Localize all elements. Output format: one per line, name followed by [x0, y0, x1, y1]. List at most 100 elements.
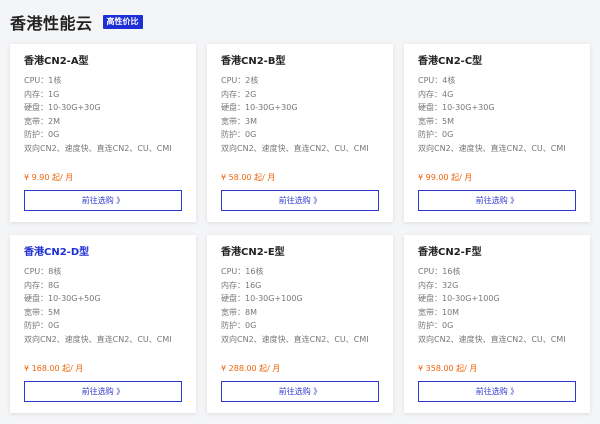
spec-bandwidth: 宽带：2M	[24, 115, 182, 129]
spec-bandwidth: 宽带：8M	[221, 306, 379, 320]
spec-label: CPU：	[221, 76, 246, 85]
spec-value: 0G	[48, 321, 60, 330]
spec-label: CPU：	[24, 267, 49, 276]
spec-label: 防护：	[418, 321, 442, 330]
spec-ddos: 防护：0G	[418, 128, 576, 142]
spec-value: 10-30G+30G	[245, 103, 298, 112]
spec-value: 10-30G+30G	[442, 103, 495, 112]
spec-value: 0G	[48, 130, 60, 139]
section-header: 香港性能云 高性价比	[10, 10, 143, 34]
buy-button[interactable]: 前往选购 》	[418, 190, 576, 211]
buy-button[interactable]: 前往选购 》	[221, 381, 379, 402]
price-label: ¥ 99.00 起/ 月	[418, 173, 473, 182]
spec-ddos: 防护：0G	[24, 128, 182, 142]
buy-button[interactable]: 前往选购 》	[418, 381, 576, 402]
spec-memory: 内存：2G	[221, 88, 379, 102]
spec-bandwidth: 宽带：5M	[24, 306, 182, 320]
price-label: ¥ 288.00 起/ 月	[221, 364, 281, 373]
spec-disk: 硬盘：10-30G+100G	[221, 292, 379, 306]
spec-value: 0G	[245, 321, 257, 330]
spec-cpu: CPU：8核	[24, 265, 182, 279]
spec-label: 内存：	[221, 89, 245, 99]
spec-label: CPU：	[221, 267, 246, 276]
spec-value: 1核	[48, 76, 62, 85]
spec-features: 双向CN2、速度快、直连CN2、CU、CMI	[24, 143, 172, 153]
product-card-d: 香港CN2-D型 CPU：8核 内存：8G 硬盘：10-30G+50G 宽带：5…	[10, 235, 196, 413]
spec-value: 10-30G+100G	[442, 294, 500, 303]
product-name: 香港CN2-E型	[221, 247, 285, 258]
spec-cpu: CPU：1核	[24, 74, 182, 88]
spec-disk: 硬盘：10-30G+30G	[24, 101, 182, 115]
spec-disk: 硬盘：10-30G+30G	[221, 101, 379, 115]
spec-value: 2M	[48, 116, 60, 126]
product-card-c: 香港CN2-C型 CPU：4核 内存：4G 硬盘：10-30G+30G 宽带：5…	[404, 44, 590, 222]
spec-label: 防护：	[24, 130, 48, 139]
spec-value: 8G	[48, 280, 60, 290]
spec-bandwidth: 宽带：5M	[418, 115, 576, 129]
spec-value: 8核	[48, 267, 62, 276]
spec-value: 16G	[245, 280, 262, 290]
spec-value: 2核	[245, 76, 259, 85]
spec-value: 5M	[442, 116, 454, 126]
spec-label: 防护：	[221, 130, 245, 139]
spec-label: 硬盘：	[221, 294, 245, 303]
spec-value: 16核	[442, 267, 461, 276]
product-card-b: 香港CN2-B型 CPU：2核 内存：2G 硬盘：10-30G+30G 宽带：3…	[207, 44, 393, 222]
spec-memory: 内存：1G	[24, 88, 182, 102]
spec-value: 0G	[442, 130, 454, 139]
spec-label: 防护：	[24, 321, 48, 330]
product-card-f: 香港CN2-F型 CPU：16核 内存：32G 硬盘：10-30G+100G 宽…	[404, 235, 590, 413]
product-name: 香港CN2-B型	[221, 56, 286, 67]
spec-label: 内存：	[24, 89, 48, 99]
spec-memory: 内存：16G	[221, 279, 379, 293]
buy-button[interactable]: 前往选购 》	[24, 190, 182, 211]
spec-cpu: CPU：16核	[418, 265, 576, 279]
spec-value: 10-30G+100G	[245, 294, 303, 303]
spec-value: 10-30G+50G	[48, 294, 101, 303]
spec-label: 硬盘：	[24, 294, 48, 303]
spec-label: 硬盘：	[418, 294, 442, 303]
spec-cpu: CPU：16核	[221, 265, 379, 279]
spec-label: CPU：	[24, 76, 49, 85]
spec-memory: 内存：4G	[418, 88, 576, 102]
spec-value: 0G	[442, 321, 454, 330]
spec-label: 硬盘：	[418, 103, 442, 112]
spec-disk: 硬盘：10-30G+100G	[418, 292, 576, 306]
spec-memory: 内存：8G	[24, 279, 182, 293]
product-name: 香港CN2-D型	[24, 247, 90, 258]
spec-label: 宽带：	[221, 116, 245, 126]
spec-label: 内存：	[221, 280, 245, 290]
spec-ddos: 防护：0G	[24, 319, 182, 333]
buy-button[interactable]: 前往选购 》	[221, 190, 379, 211]
spec-features: 双向CN2、速度快、直连CN2、CU、CMI	[221, 334, 369, 344]
spec-value: 32G	[442, 280, 459, 290]
spec-label: 防护：	[221, 321, 245, 330]
product-card-a: 香港CN2-A型 CPU：1核 内存：1G 硬盘：10-30G+30G 宽带：2…	[10, 44, 196, 222]
spec-value: 0G	[245, 130, 257, 139]
spec-value: 8M	[245, 307, 257, 317]
spec-disk: 硬盘：10-30G+50G	[24, 292, 182, 306]
price-label: ¥ 358.00 起/ 月	[418, 364, 478, 373]
spec-ddos: 防护：0G	[221, 128, 379, 142]
price-label: ¥ 9.90 起/ 月	[24, 173, 74, 182]
product-name: 香港CN2-A型	[24, 56, 89, 67]
buy-button[interactable]: 前往选购 》	[24, 381, 182, 402]
product-name: 香港CN2-C型	[418, 56, 483, 67]
spec-label: 硬盘：	[221, 103, 245, 112]
spec-features: 双向CN2、速度快、直连CN2、CU、CMI	[24, 334, 172, 344]
spec-label: 内存：	[418, 89, 442, 99]
spec-label: 硬盘：	[24, 103, 48, 112]
spec-value: 10-30G+30G	[48, 103, 101, 112]
spec-memory: 内存：32G	[418, 279, 576, 293]
spec-label: 宽带：	[221, 307, 245, 317]
spec-ddos: 防护：0G	[221, 319, 379, 333]
spec-bandwidth: 宽带：10M	[418, 306, 576, 320]
spec-label: 宽带：	[24, 116, 48, 126]
section-title: 香港性能云	[10, 14, 93, 33]
spec-label: CPU：	[418, 267, 443, 276]
spec-cpu: CPU：4核	[418, 74, 576, 88]
spec-features: 双向CN2、速度快、直连CN2、CU、CMI	[418, 143, 566, 153]
spec-value: 2G	[245, 89, 257, 99]
product-card-e: 香港CN2-E型 CPU：16核 内存：16G 硬盘：10-30G+100G 宽…	[207, 235, 393, 413]
spec-label: 防护：	[418, 130, 442, 139]
